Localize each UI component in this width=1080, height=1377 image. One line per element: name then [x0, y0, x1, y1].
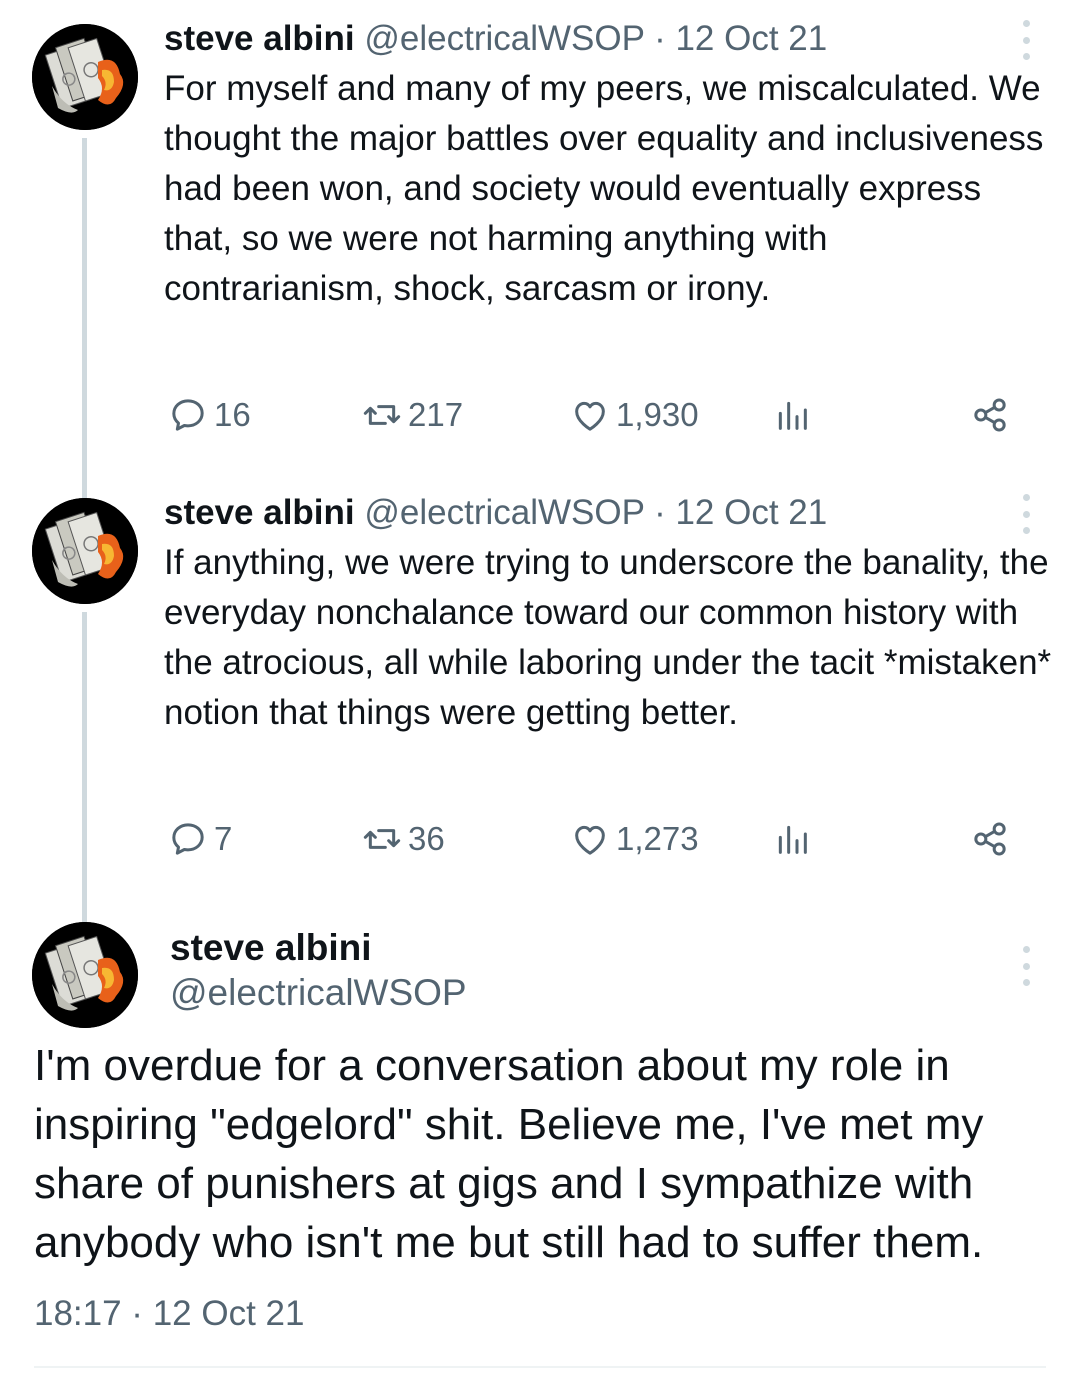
tweet-text: I'm overdue for a conversation about my … — [34, 1041, 984, 1267]
bar-chart-icon — [778, 401, 807, 430]
author-name[interactable]: steve albini — [164, 493, 355, 532]
tweet-actions: 7 36 1,273 — [164, 814, 1024, 864]
author-handle[interactable]: @electricalWSOP — [364, 493, 644, 532]
avatar[interactable] — [32, 922, 138, 1028]
avatar[interactable] — [32, 498, 138, 604]
views-button[interactable] — [772, 814, 818, 864]
divider — [34, 1366, 1046, 1368]
heart-icon — [575, 825, 605, 855]
retweet-arrows-icon — [363, 405, 401, 425]
share-nodes-icon — [974, 398, 1006, 432]
reply-count: 16 — [214, 396, 251, 433]
views-button[interactable] — [772, 390, 818, 440]
tweet-header: steve albini @electricalWSOP · 12 Oct 21 — [164, 492, 827, 534]
author-name[interactable]: steve albini — [170, 926, 372, 970]
speech-bubble-icon — [172, 399, 204, 431]
reply-count: 7 — [214, 820, 233, 857]
thread-connector-line — [82, 612, 87, 922]
like-button[interactable]: 1,273 — [570, 814, 699, 864]
retweet-count: 36 — [408, 820, 445, 857]
bar-chart-icon — [778, 825, 807, 854]
like-button[interactable]: 1,930 — [570, 390, 699, 440]
tweet-timestamp[interactable]: 18:17 · 12 Oct 21 — [34, 1292, 304, 1336]
more-options-icon[interactable] — [1014, 494, 1038, 534]
separator: · — [654, 19, 666, 58]
tweet-date[interactable]: 12 Oct 21 — [675, 19, 827, 58]
avatar[interactable] — [32, 24, 138, 130]
heart-icon — [575, 401, 605, 431]
reply-button[interactable]: 7 — [168, 814, 232, 864]
author-name[interactable]: steve albini — [164, 19, 355, 58]
tweet-text: If anything, we were trying to underscor… — [164, 543, 1052, 732]
share-nodes-icon — [974, 822, 1006, 856]
more-options-icon[interactable] — [1014, 20, 1038, 60]
retweet-button[interactable]: 36 — [362, 814, 445, 864]
author-handle[interactable]: @electricalWSOP — [170, 971, 467, 1015]
share-button[interactable] — [970, 814, 1016, 864]
tweet-header: steve albini @electricalWSOP · 12 Oct 21 — [164, 18, 827, 60]
speech-bubble-icon — [172, 823, 204, 855]
separator: · — [654, 493, 666, 532]
like-count: 1,930 — [616, 396, 699, 433]
tweet-date[interactable]: 12 Oct 21 — [675, 493, 827, 532]
like-count: 1,273 — [616, 820, 699, 857]
thread-connector-line — [82, 138, 87, 498]
more-options-icon[interactable] — [1014, 946, 1038, 986]
author-handle[interactable]: @electricalWSOP — [364, 19, 644, 58]
retweet-count: 217 — [408, 396, 464, 433]
tweet-actions: 16 217 1,930 — [164, 390, 1024, 440]
retweet-arrows-icon — [363, 829, 401, 849]
share-button[interactable] — [970, 390, 1016, 440]
reply-button[interactable]: 16 — [168, 390, 251, 440]
tweet-text: For myself and many of my peers, we misc… — [164, 69, 1044, 308]
retweet-button[interactable]: 217 — [362, 390, 463, 440]
